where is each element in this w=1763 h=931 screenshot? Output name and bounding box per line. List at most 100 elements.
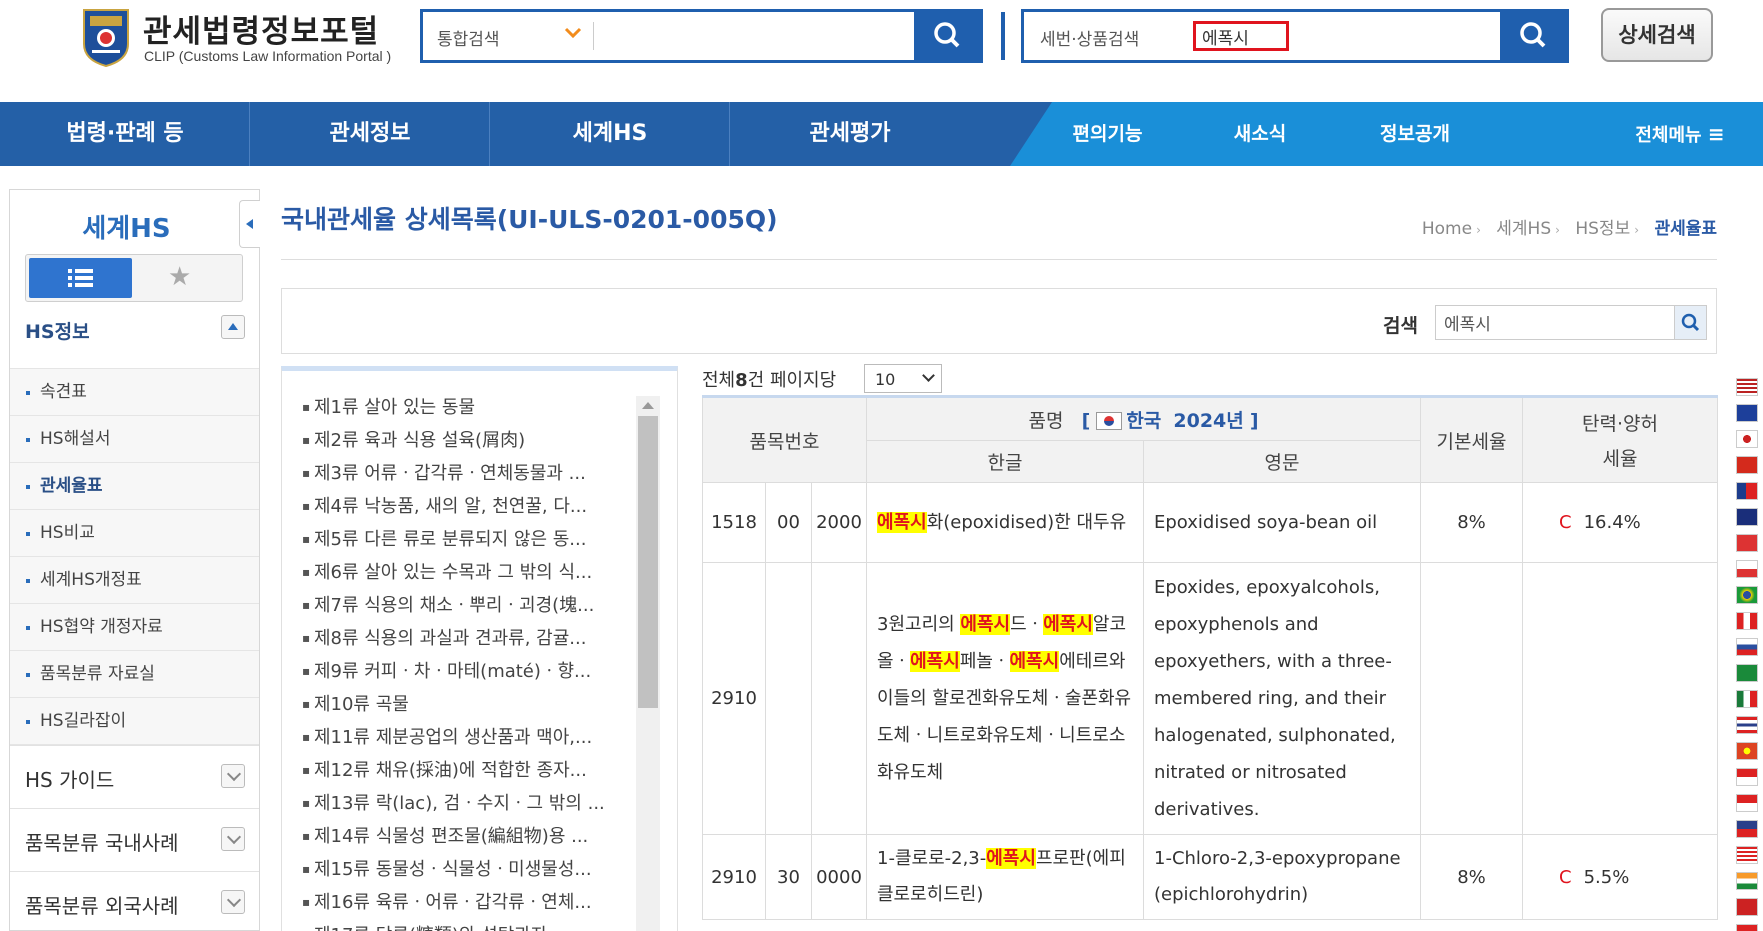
philippines-flag-icon[interactable]: [1736, 820, 1758, 838]
chapter-item[interactable]: 제15류 동물성ㆍ식물성ㆍ미생물성...: [302, 853, 642, 886]
hs-code-part3[interactable]: [811, 562, 867, 835]
search-type-select[interactable]: 통합검색: [437, 25, 500, 50]
thailand-flag-icon[interactable]: [1736, 716, 1758, 734]
integrated-search-box: 통합검색: [420, 9, 983, 63]
nav-item-convenience[interactable]: 편의기능: [1050, 102, 1165, 166]
chapter-item[interactable]: 제7류 식용의 채소ㆍ뿌리ㆍ괴경(塊...: [302, 589, 642, 622]
nav-item-world-hs[interactable]: 세계HS: [490, 102, 730, 166]
sidebar-item-tariff-table[interactable]: 관세율표: [10, 463, 259, 510]
integrated-search-button[interactable]: [914, 12, 980, 60]
norway-flag-icon[interactable]: [1736, 898, 1758, 916]
sidebar-item-hs-convention[interactable]: HS협약 개정자료: [10, 604, 259, 651]
menu-list-tab[interactable]: [29, 258, 132, 298]
brazil-flag-icon[interactable]: [1736, 586, 1758, 604]
australia-flag-icon[interactable]: [1736, 508, 1758, 526]
expand-chevron-icon[interactable]: [221, 827, 245, 851]
sidebar-item-world-hs-revision[interactable]: 세계HS개정표: [10, 557, 259, 604]
chapter-item[interactable]: 제4류 낙농품, 새의 알, 천연꿀, 다...: [302, 490, 642, 523]
chapter-item[interactable]: 제17류 당류(糖類)와 설탕과자: [302, 919, 642, 931]
customs-emblem-icon[interactable]: [80, 6, 132, 68]
chevron-down-icon[interactable]: [561, 21, 585, 45]
sidebar-group-hs-guide[interactable]: HS 가이드: [10, 745, 259, 808]
sidebar-group-foreign-cases[interactable]: 품목분류 외국사례: [10, 871, 259, 931]
sidebar-group-domestic-cases[interactable]: 품목분류 국내사례: [10, 808, 259, 871]
per-page-select[interactable]: 10: [864, 364, 942, 393]
sidebar-item-hs-explanatory[interactable]: HS해설서: [10, 416, 259, 463]
keyword-highlight: 에폭시: [877, 511, 927, 533]
chapter-item[interactable]: 제9류 커피ㆍ차ㆍ마테(maté)ㆍ향...: [302, 655, 642, 688]
chapter-item[interactable]: 제16류 육류ㆍ어류ㆍ갑각류ㆍ연체...: [302, 886, 642, 919]
eu-flag-icon[interactable]: [1736, 404, 1758, 422]
sidebar-item-hs-guide[interactable]: HS길라잡이: [10, 698, 259, 745]
chapter-item[interactable]: 제12류 채유(採油)에 적합한 종자...: [302, 754, 642, 787]
favorites-star-icon[interactable]: ★: [168, 262, 191, 292]
japan-flag-icon[interactable]: [1736, 430, 1758, 448]
hs-code-part3[interactable]: 0000: [811, 834, 867, 920]
chapter-item[interactable]: 제8류 식용의 과실과 견과류, 감귤...: [302, 622, 642, 655]
hs-code-part2[interactable]: [765, 562, 812, 835]
tree-scrollbar[interactable]: [636, 396, 660, 931]
hs-search-input[interactable]: [1193, 21, 1289, 51]
nav-item-customs-info[interactable]: 관세정보: [250, 102, 490, 166]
expand-chevron-icon[interactable]: [221, 890, 245, 914]
chapter-item[interactable]: 제11류 제분공업의 생산품과 맥아,...: [302, 721, 642, 754]
chapter-item[interactable]: 제1류 살아 있는 동물: [302, 391, 642, 424]
chapter-item[interactable]: 제2류 육과 식용 설육(屑肉): [302, 424, 642, 457]
turkey-flag-icon[interactable]: [1736, 534, 1758, 552]
sidebar-item-quick-table[interactable]: 속견표: [10, 369, 259, 416]
russia-flag-icon[interactable]: [1736, 638, 1758, 656]
peru-flag-icon[interactable]: [1736, 612, 1758, 630]
chapter-item[interactable]: 제10류 곡물: [302, 688, 642, 721]
hs-code-part1[interactable]: 2910: [702, 562, 766, 835]
scroll-thumb[interactable]: [638, 416, 658, 708]
mexico-flag-icon[interactable]: [1736, 690, 1758, 708]
chapter-item[interactable]: 제5류 다른 류로 분류되지 않은 동...: [302, 523, 642, 556]
nav-item-news[interactable]: 새소식: [1205, 102, 1315, 166]
sidebar-item-classification-library[interactable]: 품목분류 자료실: [10, 651, 259, 698]
usa-flag-icon[interactable]: [1736, 378, 1758, 396]
chapter-tree: 제1류 살아 있는 동물제2류 육과 식용 설육(屑肉)제3류 어류ㆍ갑각류ㆍ연…: [281, 366, 678, 931]
breadcrumb-world-hs[interactable]: 세계HS: [1496, 219, 1551, 239]
nav-item-valuation[interactable]: 관세평가: [730, 102, 970, 166]
breadcrumb-hs-info[interactable]: HS정보: [1575, 219, 1630, 239]
tariff-search-button[interactable]: [1674, 305, 1707, 340]
chapter-item[interactable]: 제13류 락(lac), 검ㆍ수지ㆍ그 밖의 ...: [302, 787, 642, 820]
sidebar-section-hs-info[interactable]: HS정보: [25, 317, 90, 344]
hs-code-part1[interactable]: 2910: [702, 834, 766, 920]
nav-item-disclosure[interactable]: 정보공개: [1355, 102, 1475, 166]
group-label: 품목분류 외국사례: [25, 894, 179, 918]
swiss-flag-icon[interactable]: [1736, 924, 1758, 931]
sidebar-item-hs-compare[interactable]: HS비교: [10, 510, 259, 557]
taiwan-flag-icon[interactable]: [1736, 482, 1758, 500]
table-row[interactable]: 2910 30 0000 1-클로로-2,3-에폭시프로판(에피클로로히드린) …: [702, 834, 1718, 920]
flex-rate: [1522, 562, 1718, 835]
advanced-search-button[interactable]: 상세검색: [1601, 8, 1713, 62]
table-row[interactable]: 1518 00 2000 에폭시화(epoxidised)한 대두유 Epoxi…: [702, 482, 1718, 563]
expand-chevron-icon[interactable]: [221, 764, 245, 788]
nav-item-all-menu[interactable]: 전체메뉴 ≡: [1610, 102, 1750, 166]
breadcrumb-home[interactable]: Home: [1422, 219, 1472, 239]
vietnam-flag-icon[interactable]: [1736, 742, 1758, 760]
saudi-flag-icon[interactable]: [1736, 664, 1758, 682]
tariff-search-input[interactable]: [1435, 305, 1676, 340]
china-flag-icon[interactable]: [1736, 456, 1758, 474]
malaysia-flag-icon[interactable]: [1736, 846, 1758, 864]
hs-code-part2[interactable]: 00: [765, 482, 812, 563]
singapore-flag-icon[interactable]: [1736, 794, 1758, 812]
nav-item-law[interactable]: 법령·판례 등: [0, 102, 250, 166]
hs-code-part2[interactable]: 30: [765, 834, 812, 920]
chapter-item[interactable]: 제6류 살아 있는 수목과 그 밖의 식...: [302, 556, 642, 589]
chapter-item[interactable]: 제14류 식물성 편조물(編組物)용 ...: [302, 820, 642, 853]
sidebar-collapse-button[interactable]: [239, 200, 260, 248]
indonesia-flag-icon[interactable]: [1736, 768, 1758, 786]
scroll-up-arrow-icon[interactable]: [642, 402, 654, 409]
site-title[interactable]: 관세법령정보포털: [143, 6, 379, 51]
chapter-item[interactable]: 제3류 어류ㆍ갑각류ㆍ연체동물과 ...: [302, 457, 642, 490]
table-row[interactable]: 2910 3원고리의 에폭시드ㆍ에폭시알코올ㆍ에폭시페놀ㆍ에폭시에테르와 이들의…: [702, 562, 1718, 835]
hs-code-part1[interactable]: 1518: [702, 482, 766, 563]
india-flag-icon[interactable]: [1736, 872, 1758, 890]
chile-flag-icon[interactable]: [1736, 560, 1758, 578]
section-collapse-button[interactable]: [221, 315, 245, 339]
hs-code-part3[interactable]: 2000: [811, 482, 867, 563]
hs-search-button[interactable]: [1500, 12, 1566, 60]
